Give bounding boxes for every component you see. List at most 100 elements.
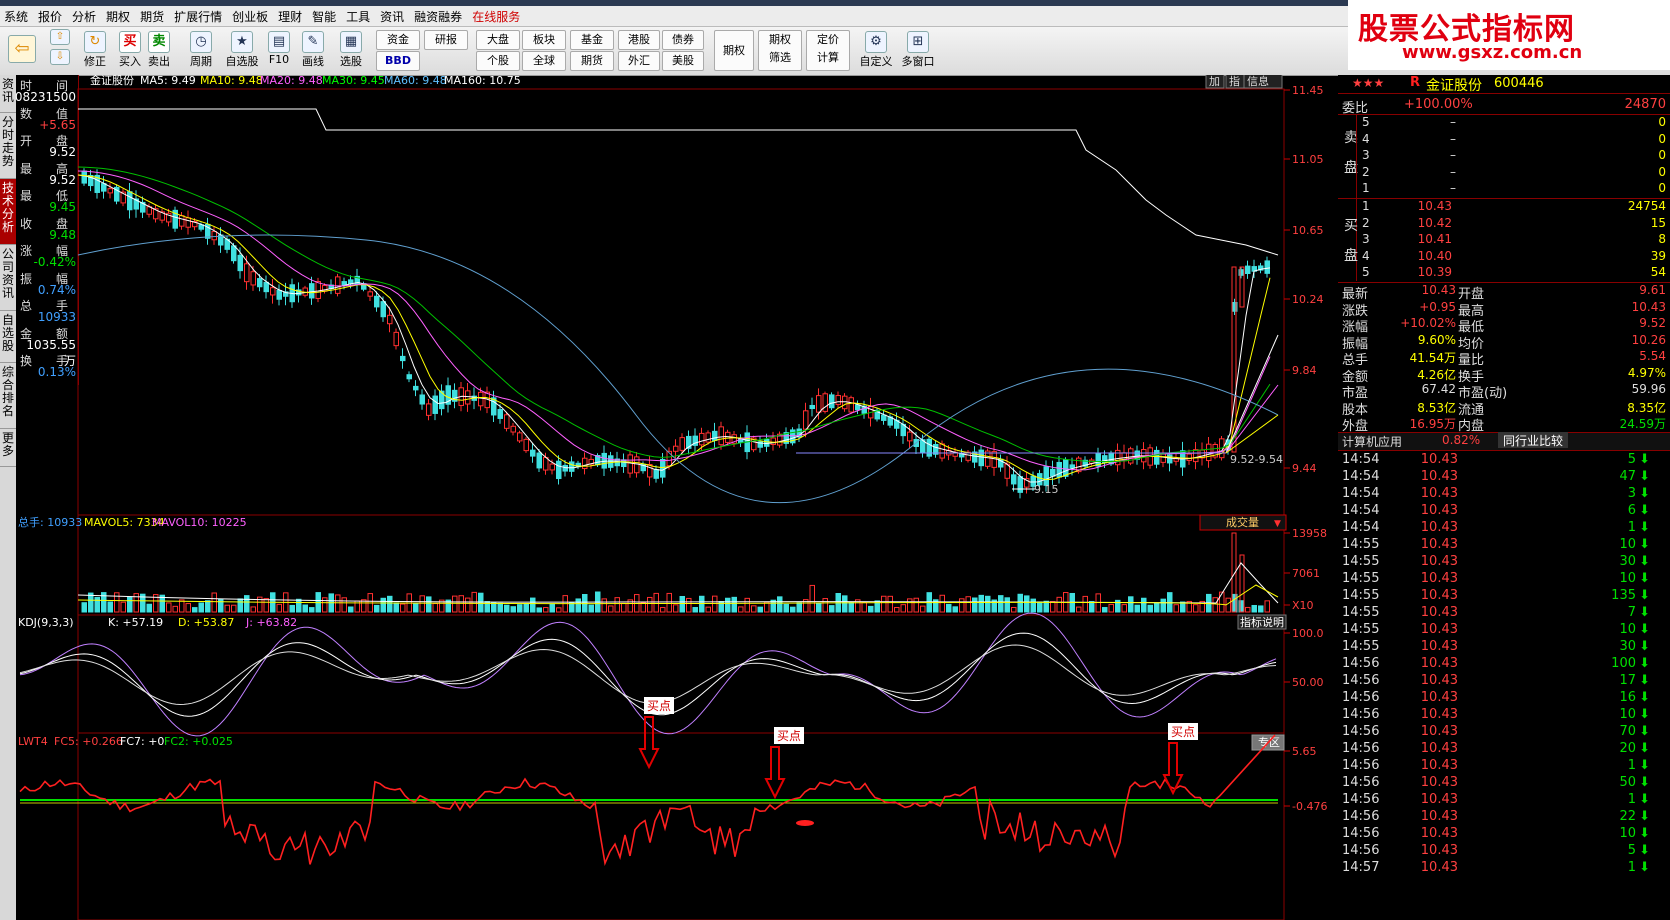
tick-price: 10.43 <box>1420 860 1458 875</box>
menu-item-2[interactable]: 分析 <box>68 6 102 25</box>
main-btn-2[interactable]: 信息 <box>1243 75 1283 89</box>
draw-line-button[interactable]: ✎ 画线 <box>298 31 328 69</box>
back-button[interactable]: ⇦ <box>8 35 36 63</box>
side-tab-5[interactable]: 综合排名 <box>0 363 16 429</box>
main-btn-1[interactable]: 指 <box>1225 75 1245 89</box>
sell-price: – <box>1450 181 1456 195</box>
volume-bar <box>1037 601 1043 613</box>
tick-price: 10.43 <box>1420 452 1458 467</box>
side-tab-2[interactable]: 技术分析 <box>0 179 16 245</box>
volume-bar <box>263 598 269 613</box>
volume-dropdown[interactable]: 成交量 ▼ <box>1199 514 1287 531</box>
candle-body <box>842 395 848 410</box>
period-button[interactable]: ◷ 周期 <box>186 31 216 69</box>
indicator-help-button[interactable]: 指标说明 <box>1237 614 1287 630</box>
custom-button[interactable]: ⚙ 自定义 <box>856 31 896 69</box>
global-button[interactable]: 全球 <box>522 51 566 71</box>
favorites-button[interactable]: ★ 自选股 <box>222 31 262 69</box>
menu-item-9[interactable]: 工具 <box>342 6 376 25</box>
side-tab-4[interactable]: 自选股 <box>0 311 16 363</box>
fix-button[interactable]: ↻ 修正 <box>82 31 108 69</box>
option-filter-button[interactable]: 期权 筛选 <box>758 30 802 71</box>
menu-item-8[interactable]: 智能 <box>308 6 342 25</box>
arrow-down-icon: ⬇ <box>1639 843 1650 858</box>
arrow-down-icon: ⬇ <box>1639 503 1650 518</box>
menu-item-1[interactable]: 报价 <box>34 6 68 25</box>
volume-bar <box>829 605 835 613</box>
sell-button[interactable]: 卖卖出 <box>147 31 171 69</box>
pencil-icon: ✎ <box>302 31 324 53</box>
research-button[interactable]: 研报 <box>424 30 468 50</box>
volume-bar <box>335 594 341 613</box>
tick-volume: 30 <box>1619 639 1636 654</box>
menu-item-0[interactable]: 系统 <box>0 6 34 25</box>
buy-level: 2 <box>1362 215 1370 230</box>
candle-body <box>1017 476 1023 493</box>
candle-body <box>1011 474 1017 485</box>
pane-frame <box>77 88 1285 516</box>
menu-item-4[interactable]: 期货 <box>136 6 170 25</box>
candle-body <box>835 395 841 405</box>
volume-bar <box>517 604 523 613</box>
menu-item-5[interactable]: 扩展行情 <box>170 6 228 25</box>
compare-button[interactable]: 同行业比较 <box>1498 432 1568 448</box>
menu-item-6[interactable]: 创业板 <box>228 6 274 25</box>
arrow-down-icon: ⬇ <box>1639 469 1650 484</box>
volume-bar <box>114 592 120 613</box>
pricing-calc-button[interactable]: 定价 计算 <box>806 30 850 71</box>
f10-button[interactable]: ▤ F10 <box>266 31 292 66</box>
arrow-down-icon: ⬇ <box>1639 741 1650 756</box>
single-stock-button[interactable]: 个股 <box>476 51 520 71</box>
y-tick-label: 11.05 <box>1292 153 1324 166</box>
sector-button[interactable]: 板块 <box>522 30 566 50</box>
buy-button[interactable]: 买买入 <box>118 31 142 69</box>
side-tab-1[interactable]: 分时走势 <box>0 113 16 179</box>
menu-item-3[interactable]: 期权 <box>102 6 136 25</box>
options-button[interactable]: 期权 <box>714 30 754 71</box>
range-annotation: 9.52-9.54 <box>1230 453 1283 466</box>
menu-item-7[interactable]: 理财 <box>274 6 308 25</box>
ma-legend-4: MA60: 9.48 <box>384 75 447 87</box>
stat-value: 9.61 <box>1639 283 1666 297</box>
candle-body <box>1154 449 1160 465</box>
bond-button[interactable]: 债券 <box>662 30 704 50</box>
fund-flow-button[interactable]: 资金 <box>376 30 420 50</box>
volume-bar <box>127 596 133 613</box>
futures-button[interactable]: 期货 <box>570 51 614 71</box>
arrow-down-icon: ⬇ <box>1639 588 1650 603</box>
sell-price: – <box>1450 164 1456 179</box>
candle-body <box>530 449 536 457</box>
tick-time: 14:55 <box>1342 605 1380 620</box>
volume-bar <box>660 607 666 613</box>
arrow-down-icon: ⬇ <box>1639 792 1650 807</box>
market-button[interactable]: 大盘 <box>476 30 520 50</box>
volume-bar <box>1043 600 1049 613</box>
kline-chart[interactable]: 11.45 11.05 10.65 10.24 9.84 9.44 金证股份 MA5: 9.4… <box>16 75 1338 920</box>
multi-window-button[interactable]: ⊞ 多窗口 <box>898 31 938 69</box>
side-tab-0[interactable]: 资讯 <box>0 75 16 113</box>
volume-bar <box>426 596 432 613</box>
stat-value: 9.60% <box>1417 332 1456 347</box>
forex-button[interactable]: 外汇 <box>618 51 660 71</box>
buy-label-char: 买 <box>1344 218 1358 234</box>
sell-volume: 0 <box>1658 164 1666 179</box>
menu-item-11[interactable]: 融资融券 <box>410 6 468 25</box>
fund-button[interactable]: 基金 <box>570 30 614 50</box>
stat-value: 59.96 <box>1631 382 1666 396</box>
side-tab-6[interactable]: 更多 <box>0 429 16 467</box>
menu-item-12[interactable]: 在线服务 <box>468 6 526 25</box>
up-button[interactable]: ⇧ <box>50 29 70 45</box>
arrow-down-icon <box>764 746 786 800</box>
kdj-k: K: +57.19 <box>108 616 163 629</box>
stock-pick-button[interactable]: ▦ 选股 <box>336 31 366 69</box>
volume-bar <box>647 596 653 613</box>
side-tab-3[interactable]: 公司资讯 <box>0 245 16 311</box>
menu-item-10[interactable]: 资讯 <box>376 6 410 25</box>
bbd-button[interactable]: BBD <box>376 51 420 71</box>
candle-body <box>237 254 243 272</box>
down-button[interactable]: ⇩ <box>50 49 70 65</box>
stat-value: 10.43 <box>1421 283 1456 297</box>
main-btn-0[interactable]: 加 <box>1205 75 1225 89</box>
us-stock-button[interactable]: 美股 <box>662 51 704 71</box>
hk-stock-button[interactable]: 港股 <box>618 30 660 50</box>
